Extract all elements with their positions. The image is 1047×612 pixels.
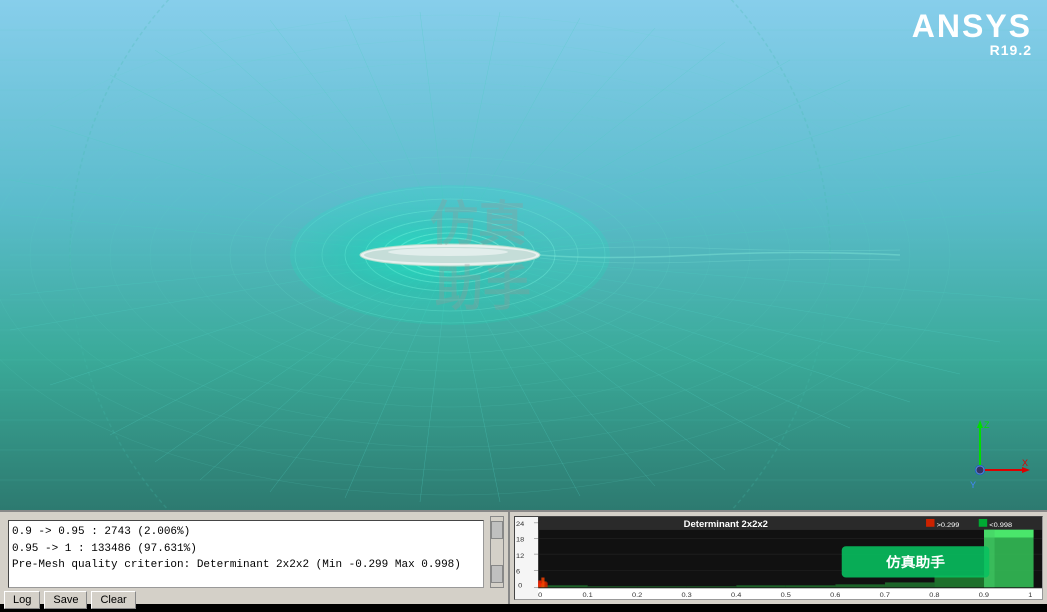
svg-text:0: 0 (538, 591, 542, 599)
svg-text:0.8: 0.8 (929, 591, 939, 599)
info-line-3: Pre-Mesh quality criterion: Determinant … (12, 557, 480, 574)
ansys-title: ANSYS (912, 10, 1032, 42)
svg-text:0.4: 0.4 (731, 591, 741, 599)
svg-text:0.2: 0.2 (632, 591, 642, 599)
svg-text:Z: Z (984, 420, 990, 430)
svg-text:24: 24 (516, 520, 524, 528)
svg-text:0.7: 0.7 (880, 591, 890, 599)
svg-text:0.5: 0.5 (781, 591, 791, 599)
main-viewport: // This is decorative - using SVG paths … (0, 0, 1047, 510)
svg-text:0.3: 0.3 (682, 591, 692, 599)
info-panel: 0.9 -> 0.95 : 2743 (2.006%) 0.95 -> 1 : … (0, 512, 510, 604)
ansys-brand: ANSYS R19.2 (912, 10, 1032, 58)
info-text-area: 0.9 -> 0.95 : 2743 (2.006%) 0.95 -> 1 : … (8, 520, 484, 588)
svg-text:1: 1 (1028, 591, 1032, 599)
svg-text:X: X (1022, 458, 1028, 468)
mesh-visualization: // This is decorative - using SVG paths … (0, 0, 1047, 510)
info-line-1: 0.9 -> 0.95 : 2743 (2.006%) (12, 524, 480, 541)
bottom-toolbar: Log Save Clear (0, 588, 508, 612)
svg-text:18: 18 (516, 536, 524, 544)
clear-button[interactable]: Clear (91, 591, 135, 609)
log-button[interactable]: Log (4, 591, 40, 609)
svg-text:0: 0 (518, 582, 522, 590)
svg-text:6: 6 (516, 568, 520, 576)
chart-panel: 24 18 12 6 0 Determinant 2x2x2 >0.299 (510, 512, 1047, 604)
ansys-version: R19.2 (912, 42, 1032, 58)
svg-text:助手: 助手 (435, 263, 531, 316)
svg-text:0.1: 0.1 (582, 591, 592, 599)
svg-text:<0.998: <0.998 (989, 521, 1012, 529)
svg-text:仿真: 仿真 (430, 198, 526, 251)
svg-text:0.6: 0.6 (830, 591, 840, 599)
chart-area: 24 18 12 6 0 Determinant 2x2x2 >0.299 (514, 516, 1043, 600)
svg-text:12: 12 (516, 552, 524, 560)
svg-text:仿真助手: 仿真助手 (886, 553, 945, 570)
save-button[interactable]: Save (44, 591, 87, 609)
info-line-2: 0.95 -> 1 : 133486 (97.631%) (12, 541, 480, 558)
svg-text:Determinant 2x2x2: Determinant 2x2x2 (684, 519, 768, 529)
svg-text:>0.299: >0.299 (937, 521, 960, 529)
svg-text:0.9: 0.9 (979, 591, 989, 599)
bottom-panel: 0.9 -> 0.95 : 2743 (2.006%) 0.95 -> 1 : … (0, 510, 1047, 602)
svg-text:Y: Y (970, 480, 976, 490)
